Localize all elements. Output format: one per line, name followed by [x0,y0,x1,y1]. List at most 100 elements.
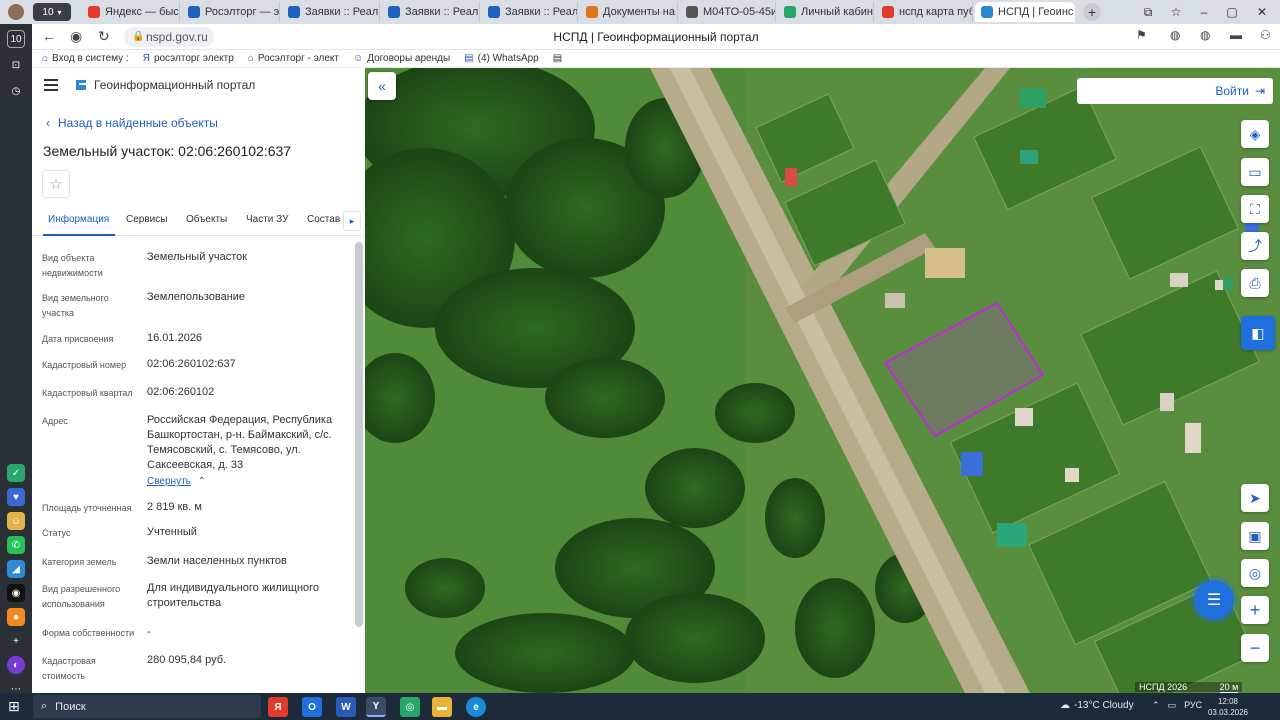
hamburger-menu-icon[interactable] [44,79,58,91]
field-label: Категория земель [42,557,117,567]
building-icon: ⌂ [247,53,254,64]
tab-list-icon[interactable]: ⧉ [1134,3,1162,21]
share-icon[interactable]: ⤴ [1241,232,1269,260]
clock[interactable]: 12:08 03.03.2026 [1198,696,1258,718]
tab-parts[interactable]: Части ЗУ [246,214,288,225]
back-to-results-link[interactable]: ‹ Назад в найденные объекты [46,116,218,130]
extension-icon[interactable]: ◍ [1200,28,1210,42]
location-arrow-icon[interactable]: ➤ [1241,484,1269,512]
browser-sidebar: 10 ⊡ ◷ ✓ ♥ ☺ ✆ ◢ ◉ ● + ◐ ⋯ [0,24,32,696]
alice-icon[interactable]: ◐ [7,656,25,674]
layers-icon[interactable]: ◈ [1241,120,1269,148]
document-icon: ▤ [464,53,474,64]
maximize-icon[interactable]: ▢ [1218,3,1246,21]
tab-counter-button[interactable]: 10 ▾ [33,3,71,21]
geolocation-icon[interactable]: ◎ [1241,559,1269,587]
file-explorer-icon[interactable]: ▬ [432,697,452,717]
field-label: Адрес [42,416,68,426]
field-value: 16.01.2026 [147,332,203,344]
add-icon[interactable]: + [7,632,25,650]
app-icon[interactable]: ● [7,608,25,626]
tab-counter-icon[interactable]: 10 [7,30,25,48]
profile-avatar[interactable] [8,4,24,20]
downloads-icon[interactable]: ▬ [1230,28,1242,42]
zoom-out-button[interactable]: − [1241,634,1269,662]
system-tray: ⌃ ▭ РУС [1152,700,1202,711]
tab-label: Заявки :: Реализ [305,6,379,18]
app-icon[interactable]: ◎ [400,697,420,717]
menu-icon[interactable]: ⚇ [1260,28,1271,42]
yandex-icon[interactable]: ◉ [70,28,82,45]
page-title: НСПД | Геоинформационный портал [553,30,759,44]
app-icon[interactable]: ✓ [7,464,25,482]
collapse-panel-button[interactable]: « [368,72,396,100]
history-icon[interactable]: ◷ [7,82,25,100]
ruler-icon[interactable]: ▭ [1241,158,1269,186]
tab-objects[interactable]: Объекты [186,214,227,225]
date: 03.03.2026 [1207,708,1249,717]
zoom-in-button[interactable]: + [1241,596,1269,624]
collections-icon[interactable]: ⊡ [7,56,25,74]
network-icon[interactable]: ▭ [1168,700,1177,711]
app-icon[interactable]: ☺ [7,512,25,530]
taskbar-search[interactable]: ⌕ Поиск [33,695,261,718]
browser-tab[interactable]: Заявки :: Реализ [282,2,380,22]
bookmark-item[interactable]: ▤ (4) WhatsApp [464,53,539,64]
collapse-link[interactable]: Свернуть ⌃ [147,476,206,487]
browser-tab[interactable]: Документы на из [580,2,678,22]
browser-tab[interactable]: Заявки :: Реализ [482,2,578,22]
minimize-icon[interactable]: – [1190,3,1218,21]
outlook-icon[interactable]: O [302,697,322,717]
tab-label: Яндекс — быстр [105,6,179,18]
field-label: Вид земельного участка [42,293,109,318]
browser-tab[interactable]: М04ТО-05-45иск [680,2,776,22]
weather-widget[interactable]: ☁ -13°C Cloudy [1060,700,1134,711]
browser-tab[interactable]: нспд карта публ [876,2,973,22]
login-icon: ⇥ [1254,84,1265,98]
tab-label: нспд карта публ [899,6,973,18]
app-icon[interactable]: ◉ [7,584,25,602]
tab-favicon-icon [882,6,894,18]
edge-icon[interactable]: e [466,697,486,717]
picture-in-picture-icon[interactable]: ▣ [1241,522,1269,550]
close-icon[interactable]: ✕ [1248,3,1276,21]
url-field[interactable]: 🔒 nspd.gov.ru [124,27,214,47]
browser-tab[interactable]: Личный кабинет [778,2,874,22]
panel-scrollbar[interactable] [355,242,363,627]
tab-composition[interactable]: Состав [307,214,340,225]
app-icon[interactable]: ◢ [7,560,25,578]
bookmark-item[interactable]: ☺ Договоры аренды [353,53,450,64]
document-icon[interactable]: ▤ [553,53,562,64]
bookmark-tabs-icon[interactable]: ☆ [1162,3,1190,21]
tab-services[interactable]: Сервисы [126,214,167,225]
tabs-next-button[interactable]: ▸ [343,211,361,231]
tab-information[interactable]: Информация [48,214,109,225]
favorite-star-button[interactable]: ☆ [42,170,70,198]
extension-icon[interactable]: ◍ [1170,28,1180,42]
browser-tab[interactable]: Росэлторг — эле [182,2,280,22]
services-icon[interactable]: ◧ [1241,316,1275,350]
login-button[interactable]: Войти ⇥ [1077,78,1273,104]
windows-start-icon[interactable]: ⊞ [8,698,24,714]
new-tab-button[interactable]: + [1083,3,1101,21]
chevron-up-icon[interactable]: ⌃ [1152,700,1160,711]
whatsapp-icon[interactable]: ✆ [7,536,25,554]
app-icon[interactable]: ♥ [7,488,25,506]
back-arrow-icon[interactable]: ← [42,28,56,44]
bookmark-icon[interactable]: ⚑ [1136,28,1147,42]
print-icon[interactable]: ⎙ [1241,269,1269,297]
chat-button[interactable]: ☰ [1194,580,1234,620]
map-view[interactable]: « Войти ⇥ ◈ ▭ ⛶ ⤴ ⎙ ◧ ➤ ▣ ◎ + − ☰ НСПД 2… [365,68,1280,693]
bookmark-item[interactable]: ⌂ Вход в систему : [42,53,129,64]
select-area-icon[interactable]: ⛶ [1241,195,1269,223]
browser-tab[interactable]: Яндекс — быстр [82,2,180,22]
yandex-app-icon[interactable]: Y [366,697,386,717]
word-icon[interactable]: W [336,697,356,717]
reload-icon[interactable]: ↻ [98,28,110,45]
bookmark-item[interactable]: ⌂ Росэлторг - элект [248,53,339,64]
bookmark-item[interactable]: Яросэлторг электр [143,53,234,64]
star-icon: ☆ [49,176,63,193]
browser-tab[interactable]: Заявки :: Реализ [382,2,480,22]
yandex-browser-icon[interactable]: Я [268,697,288,717]
browser-tab[interactable]: НСПД | Геоинс✕ [975,2,1075,22]
